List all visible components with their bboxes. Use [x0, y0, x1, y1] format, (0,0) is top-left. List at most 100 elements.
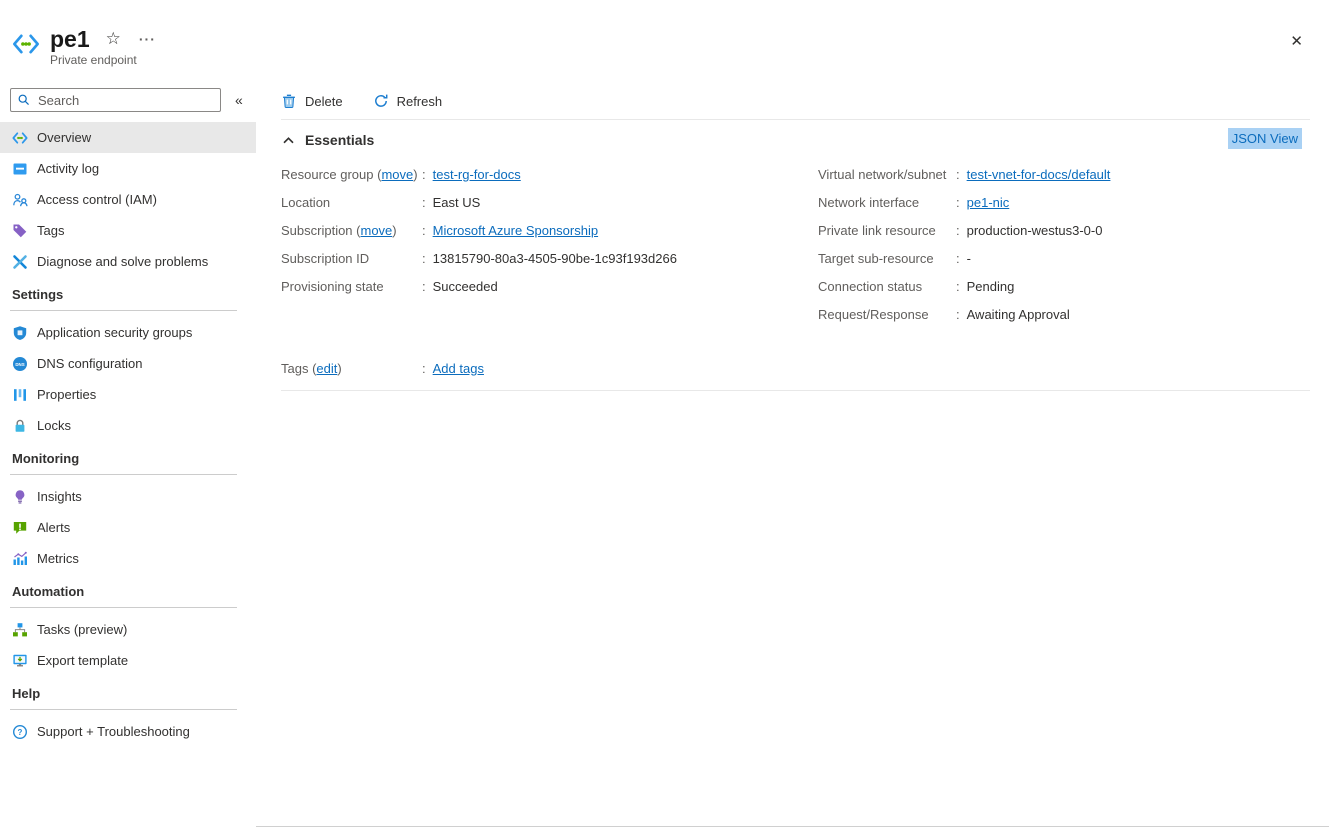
vnet-subnet-link[interactable]: test-vnet-for-docs/default	[967, 167, 1111, 182]
chevron-up-icon[interactable]	[281, 133, 296, 148]
sidebar-section-automation: Automation Tasks (preview)	[0, 582, 256, 676]
activity-log-icon	[12, 161, 28, 177]
sidebar-item-tags[interactable]: Tags	[0, 215, 256, 246]
favorite-star-icon[interactable]: ☆	[106, 29, 121, 49]
sidebar-item-label: Tags	[37, 223, 64, 238]
sidebar-item-tasks[interactable]: Tasks (preview)	[0, 614, 256, 645]
field-resource-group: Resource group (move) : test-rg-for-docs	[281, 160, 818, 188]
sidebar-item-activity-log[interactable]: Activity log	[0, 153, 256, 184]
sidebar-section-settings: Settings Application security groups	[0, 285, 256, 441]
collapse-sidebar-icon[interactable]: «	[235, 92, 243, 108]
section-title: Automation	[0, 582, 256, 602]
sidebar-item-label: Alerts	[37, 520, 70, 535]
sidebar-search-row: «	[0, 88, 256, 112]
field-subscription-id: Subscription ID : 13815790-80a3-4505-90b…	[281, 244, 818, 272]
move-link[interactable]: move	[360, 223, 392, 238]
sidebar-item-label: Properties	[37, 387, 96, 402]
divider	[10, 709, 237, 710]
export-template-icon	[12, 653, 28, 669]
private-endpoint-icon	[12, 32, 40, 56]
dns-circle-icon: DNS	[12, 356, 28, 372]
sidebar-item-label: Export template	[37, 653, 128, 668]
resource-header: pe1 ☆ ··· Private endpoint	[12, 26, 156, 67]
field-label: Request/Response	[818, 307, 956, 322]
field-label: Subscription (move)	[281, 223, 422, 238]
provisioning-state-value: Succeeded	[433, 279, 498, 294]
title-block: pe1 ☆ ··· Private endpoint	[50, 26, 156, 67]
crossed-tools-icon	[12, 254, 28, 270]
properties-bars-icon	[12, 387, 28, 403]
sidebar-item-alerts[interactable]: Alerts	[0, 512, 256, 543]
close-icon[interactable]: ✕	[1290, 32, 1303, 50]
connection-status-value: Pending	[967, 279, 1015, 294]
sidebar-item-label: Access control (IAM)	[37, 192, 157, 207]
field-label: Tags (edit)	[281, 361, 422, 376]
main-content: Delete Refresh Essentials JSON View	[281, 88, 1310, 391]
sidebar-item-application-security-groups[interactable]: Application security groups	[0, 317, 256, 348]
divider	[281, 390, 1310, 391]
sidebar-item-access-control[interactable]: Access control (IAM)	[0, 184, 256, 215]
sidebar-item-overview[interactable]: Overview	[0, 122, 256, 153]
field-label: Subscription ID	[281, 251, 422, 266]
sidebar-item-metrics[interactable]: Metrics	[0, 543, 256, 574]
essentials-right-column: Virtual network/subnet : test-vnet-for-d…	[818, 160, 1310, 328]
search-input[interactable]	[36, 92, 214, 109]
shield-icon	[12, 325, 28, 341]
field-location: Location : East US	[281, 188, 818, 216]
section-title: Monitoring	[0, 449, 256, 469]
sidebar-item-label: Tasks (preview)	[37, 622, 127, 637]
field-label: Target sub-resource	[818, 251, 956, 266]
move-link[interactable]: move	[381, 167, 413, 182]
divider	[10, 474, 237, 475]
question-circle-icon: ?	[12, 724, 28, 740]
command-bar: Delete Refresh	[281, 88, 1310, 114]
sidebar-item-insights[interactable]: Insights	[0, 481, 256, 512]
sidebar-item-export-template[interactable]: Export template	[0, 645, 256, 676]
private-endpoint-icon	[12, 130, 28, 146]
subscription-id-value: 13815790-80a3-4505-90be-1c93f193d266	[433, 251, 677, 266]
refresh-label: Refresh	[397, 94, 443, 109]
resource-group-link[interactable]: test-rg-for-docs	[433, 167, 521, 182]
location-value: East US	[433, 195, 481, 210]
target-sub-resource-value: -	[967, 251, 971, 266]
sidebar-nav: Overview Activity log	[0, 122, 256, 747]
field-target-sub-resource: Target sub-resource : -	[818, 244, 1310, 272]
add-tags-link[interactable]: Add tags	[433, 361, 484, 376]
refresh-icon	[373, 93, 389, 109]
refresh-button[interactable]: Refresh	[373, 93, 443, 109]
page-title: pe1	[50, 26, 90, 52]
sidebar-item-label: Insights	[37, 489, 82, 504]
search-box[interactable]	[10, 88, 221, 112]
subscription-link[interactable]: Microsoft Azure Sponsorship	[433, 223, 598, 238]
sidebar-item-label: Support + Troubleshooting	[37, 724, 190, 739]
field-connection-status: Connection status : Pending	[818, 272, 1310, 300]
edit-tags-link[interactable]: edit	[316, 361, 337, 376]
divider	[10, 607, 237, 608]
trash-icon	[281, 93, 297, 109]
field-label: Location	[281, 195, 422, 210]
essentials-grid: Resource group (move) : test-rg-for-docs…	[281, 160, 1310, 328]
sidebar-item-dns-configuration[interactable]: DNS DNS configuration	[0, 348, 256, 379]
request-response-value: Awaiting Approval	[967, 307, 1070, 322]
sidebar-section-monitoring: Monitoring Insights	[0, 449, 256, 574]
field-label: Connection status	[818, 279, 956, 294]
json-view-button[interactable]: JSON View	[1228, 128, 1302, 149]
sidebar-item-properties[interactable]: Properties	[0, 379, 256, 410]
field-provisioning-state: Provisioning state : Succeeded	[281, 272, 818, 300]
field-network-interface: Network interface : pe1-nic	[818, 188, 1310, 216]
field-private-link-resource: Private link resource : production-westu…	[818, 216, 1310, 244]
section-title: Settings	[0, 285, 256, 305]
delete-label: Delete	[305, 94, 343, 109]
delete-button[interactable]: Delete	[281, 93, 343, 109]
essentials-title: Essentials	[305, 132, 374, 148]
private-link-resource-value: production-westus3-0-0	[967, 223, 1103, 238]
divider	[10, 310, 237, 311]
field-label: Provisioning state	[281, 279, 422, 294]
sidebar-item-diagnose[interactable]: Diagnose and solve problems	[0, 246, 256, 277]
more-options-icon[interactable]: ···	[139, 31, 156, 47]
sidebar-item-label: Locks	[37, 418, 71, 433]
sidebar-item-locks[interactable]: Locks	[0, 410, 256, 441]
sidebar-section-help: Help ? Support + Troubleshooting	[0, 684, 256, 747]
network-interface-link[interactable]: pe1-nic	[967, 195, 1010, 210]
sidebar-item-support-troubleshooting[interactable]: ? Support + Troubleshooting	[0, 716, 256, 747]
